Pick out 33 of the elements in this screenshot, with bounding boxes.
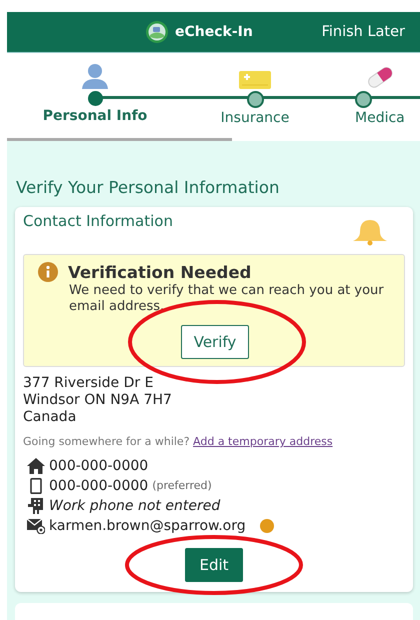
step-dot [88, 91, 102, 106]
temp-address-link[interactable]: Add a temporary address [193, 435, 333, 448]
page-title: Verify Your Personal Information [16, 178, 280, 197]
step-tab[interactable]: Medica [335, 53, 420, 137]
step-dot [246, 91, 264, 108]
card-title: Contact Information [23, 212, 173, 230]
contact-value: Work phone not entered [49, 498, 220, 514]
house-icon [27, 458, 45, 474]
info-icon [38, 262, 58, 282]
preferred-note: (preferred) [152, 479, 212, 492]
person-icon [80, 63, 110, 89]
building-icon [27, 498, 45, 514]
verify-button[interactable]: Verify [180, 325, 250, 359]
step-tab[interactable]: Personal Info [15, 53, 175, 137]
card-icon [239, 71, 271, 89]
logo-icon [145, 20, 169, 44]
finish-later-button[interactable]: Finish Later [322, 24, 405, 40]
phone-icon [27, 478, 45, 494]
contact-value: 000-000-0000 [49, 458, 148, 474]
alert-message: We need to verify that we can reach you at your email address. [69, 283, 385, 315]
app-title: eCheck-In [175, 24, 253, 40]
address-line: Windsor ON N9A 7H7 [23, 392, 173, 409]
envelope-icon [27, 518, 45, 534]
contact-value: 000-000-0000 [49, 478, 148, 494]
address-line: Canada [23, 409, 78, 426]
step-tab[interactable]: Insurance [175, 53, 335, 137]
bell-icon [351, 218, 389, 246]
edit-button[interactable]: Edit [185, 548, 243, 582]
contact-value: karmen.brown@sparrow.org [49, 518, 246, 534]
temp-address-prompt: Going somewhere for a while? [23, 435, 190, 448]
alert-title: Verification Needed [68, 262, 252, 282]
address-line: 377 Riverside Dr E [23, 375, 154, 392]
step-dot [355, 91, 372, 108]
